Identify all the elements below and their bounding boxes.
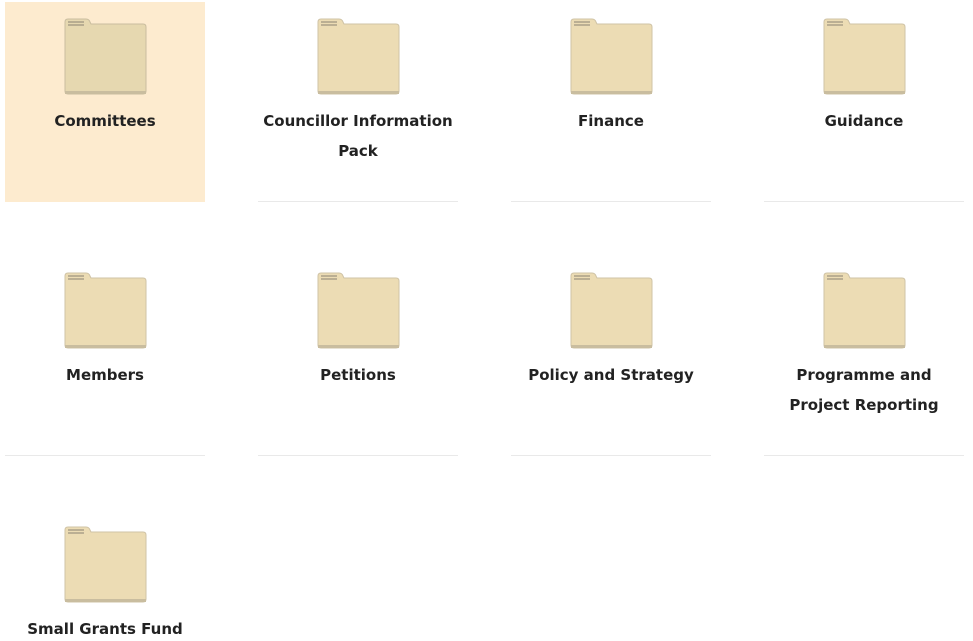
folder-icon [823, 18, 906, 95]
folder-icon [823, 272, 906, 349]
folder-tile-committees[interactable]: Committees [5, 2, 205, 202]
folder-icon [64, 526, 147, 603]
folder-grid: Committees Councillor Information Pack F… [0, 0, 973, 641]
folder-label: Finance [578, 112, 644, 130]
folder-label: Councillor Information Pack [263, 112, 453, 160]
tile-divider [258, 455, 458, 456]
folder-label: Policy and Strategy [528, 366, 694, 384]
folder-label: Committees [54, 112, 156, 130]
folder-tile-members[interactable]: Members [5, 256, 205, 456]
folder-icon [570, 272, 653, 349]
tile-divider [511, 455, 711, 456]
tile-divider [258, 201, 458, 202]
tile-divider [764, 455, 964, 456]
tile-divider [764, 201, 964, 202]
folder-label: Petitions [320, 366, 396, 384]
folder-label: Small Grants Fund [27, 620, 183, 638]
folder-tile-programme-and-project-reporting[interactable]: Programme and Project Reporting [764, 256, 964, 456]
folder-tile-small-grants-fund[interactable]: Small Grants Fund [5, 510, 205, 641]
folder-label: Guidance [824, 112, 904, 130]
folder-label: Programme and Project Reporting [789, 366, 939, 414]
tile-divider [511, 201, 711, 202]
folder-icon [570, 18, 653, 95]
folder-icon [317, 272, 400, 349]
folder-icon [317, 18, 400, 95]
folder-tile-petitions[interactable]: Petitions [258, 256, 458, 456]
folder-tile-policy-and-strategy[interactable]: Policy and Strategy [511, 256, 711, 456]
folder-tile-guidance[interactable]: Guidance [764, 2, 964, 202]
folder-icon [64, 272, 147, 349]
folder-tile-councillor-information-pack[interactable]: Councillor Information Pack [258, 2, 458, 202]
tile-divider [5, 455, 205, 456]
folder-icon [64, 18, 147, 95]
folder-tile-finance[interactable]: Finance [511, 2, 711, 202]
folder-label: Members [66, 366, 144, 384]
